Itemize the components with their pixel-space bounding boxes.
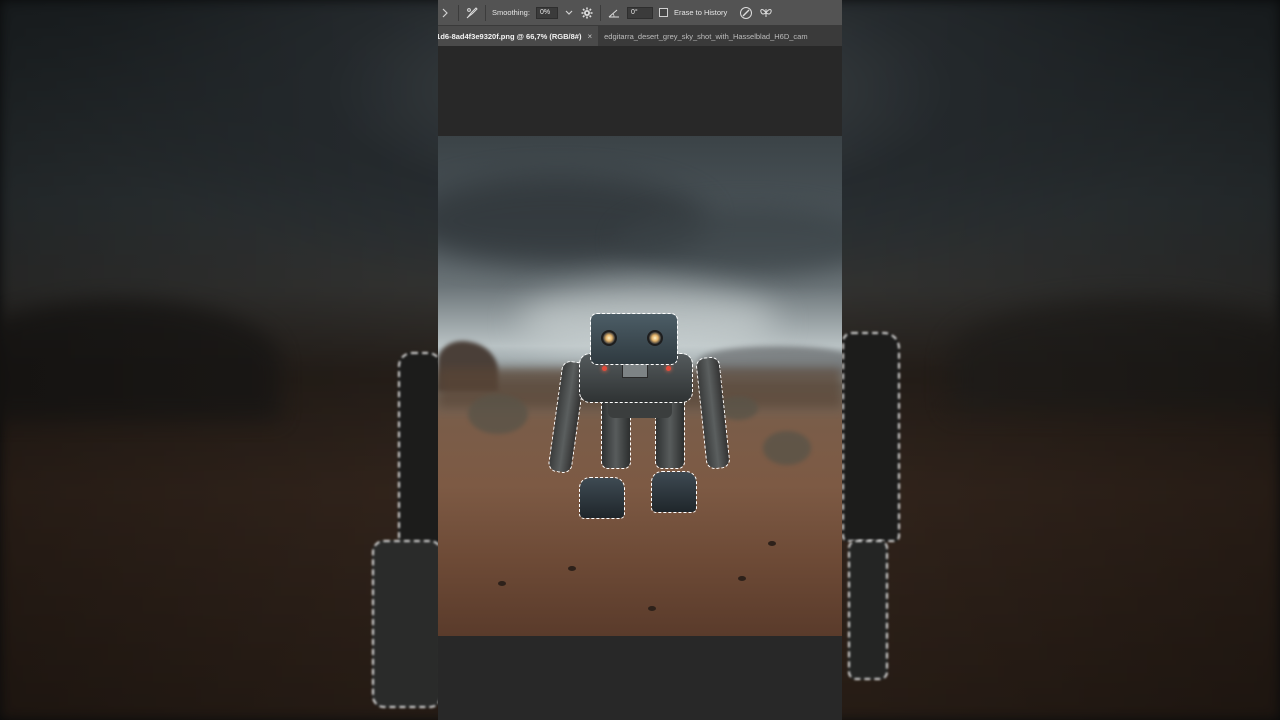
tab-label: 81d6-8ad4f3e9320f.png @ 66,7% (RGB/8#) <box>438 31 582 41</box>
smoothing-input[interactable]: 0% <box>535 6 558 19</box>
erase-to-history-label: Erase to History <box>673 8 728 17</box>
separator <box>485 4 486 21</box>
separator <box>458 4 459 21</box>
airbrush-icon[interactable] <box>465 6 479 20</box>
desert-bush <box>763 431 811 465</box>
blurred-robot-arm-left-lower <box>372 540 442 708</box>
pebble <box>498 581 506 586</box>
pressure-size-icon[interactable] <box>739 6 753 20</box>
blurred-robot-arm-right-lower <box>848 540 888 680</box>
robot-red-light <box>666 366 671 371</box>
blurred-robot-arm-right-upper <box>842 332 900 542</box>
pebble <box>768 541 776 546</box>
separator <box>599 4 601 21</box>
canvas-area[interactable] <box>438 46 842 720</box>
selected-robot[interactable] <box>546 306 732 531</box>
robot-head <box>590 313 678 365</box>
robot-left-foot <box>579 477 625 519</box>
close-icon[interactable]: × <box>587 32 592 41</box>
tab-second-document[interactable]: edgitarra_desert_grey_sky_shot_with_Hass… <box>598 26 813 46</box>
smoothing-dropdown-icon[interactable] <box>564 6 574 20</box>
robot-eye <box>601 330 617 346</box>
robot-right-foot <box>651 471 697 513</box>
tool-options-bar: Smoothing: 0% 0° Erase to History <box>438 0 842 26</box>
sky-cloud <box>618 206 842 276</box>
pebble <box>648 606 656 611</box>
pebble <box>738 576 746 581</box>
smoothing-label: Smoothing: <box>492 8 530 17</box>
robot-right-arm <box>694 356 732 470</box>
photoshop-window: Smoothing: 0% 0° Erase to History 81d6-8… <box>438 0 842 720</box>
screen: Smoothing: 0% 0° Erase to History 81d6-8… <box>0 0 1280 720</box>
document-tab-bar: 81d6-8ad4f3e9320f.png @ 66,7% (RGB/8#) ×… <box>438 26 842 47</box>
robot-panel <box>622 362 648 378</box>
robot-eye <box>647 330 663 346</box>
tab-label: edgitarra_desert_grey_sky_shot_with_Hass… <box>604 31 808 41</box>
dropdown-chevron-icon[interactable] <box>438 6 452 20</box>
erase-to-history-checkbox[interactable] <box>658 8 668 17</box>
blurred-robot-arm-left-upper <box>398 352 442 552</box>
angle-icon <box>607 6 621 20</box>
tab-active-document[interactable]: 81d6-8ad4f3e9320f.png @ 66,7% (RGB/8#) × <box>438 26 599 46</box>
symmetry-butterfly-icon[interactable] <box>759 6 773 20</box>
background-vignette-right <box>840 0 1280 720</box>
angle-input[interactable]: 0° <box>626 6 653 19</box>
gear-icon[interactable] <box>580 6 594 20</box>
robot-red-light <box>602 366 607 371</box>
pebble <box>568 566 576 571</box>
document-image[interactable] <box>438 136 842 636</box>
desert-bush <box>468 394 528 434</box>
